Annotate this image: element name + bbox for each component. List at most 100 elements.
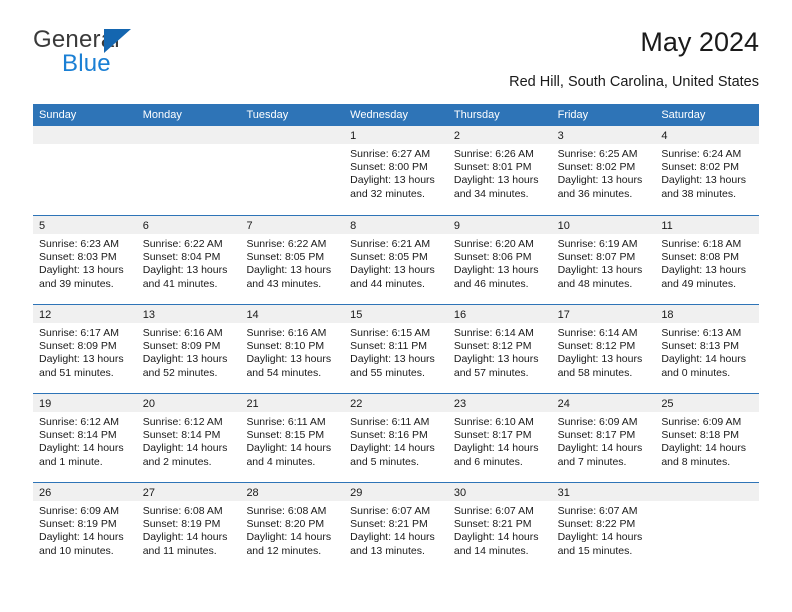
daylight-text-line1: Daylight: 13 hours <box>557 264 643 277</box>
calendar-day-cell[interactable]: 20 Sunrise: 6:12 AM Sunset: 8:14 PM Dayligh… <box>136 394 241 482</box>
sunrise-text: Sunrise: 6:23 AM <box>39 238 119 250</box>
day-details: Sunrise: 6:11 AM Sunset: 8:15 PM Daylight:… <box>240 412 344 469</box>
calendar-day-cell[interactable]: 19 Sunrise: 6:12 AM Sunset: 8:14 PM Dayligh… <box>33 394 137 482</box>
day-details: Sunrise: 6:26 AM Sunset: 8:01 PM Daylight:… <box>448 144 552 201</box>
sunrise-text: Sunrise: 6:17 AM <box>39 327 119 339</box>
calendar-day-cell[interactable]: 22 Sunrise: 6:11 AM Sunset: 8:16 PM Dayligh… <box>344 394 448 482</box>
sunrise-text: Sunrise: 6:25 AM <box>557 148 638 160</box>
sunset-text: Sunset: 8:12 PM <box>557 340 636 353</box>
sunset-text: Sunset: 8:12 PM <box>453 340 532 353</box>
calendar-day-cell[interactable]: 11 Sunrise: 6:18 AM Sunset: 8:08 PM Dayligh… <box>655 216 760 304</box>
day-details: Sunrise: 6:08 AM Sunset: 8:20 PM Daylight:… <box>240 501 344 558</box>
weekday-header-wednesday: Wednesday <box>350 109 409 121</box>
daylight-text-line1: Daylight: 13 hours <box>557 353 643 366</box>
calendar-day-cell[interactable]: 2 Sunrise: 6:26 AM Sunset: 8:01 PM Daylight… <box>447 126 552 215</box>
day-number: 30 <box>453 487 467 499</box>
calendar-day-cell[interactable]: 28 Sunrise: 6:08 AM Sunset: 8:20 PM Dayligh… <box>240 483 345 571</box>
day-number: 28 <box>246 487 259 499</box>
sunrise-text: Sunrise: 6:07 AM <box>557 505 638 517</box>
daylight-text-line1: Daylight: 14 hours <box>661 442 746 455</box>
sunset-text: Sunset: 8:13 PM <box>661 340 739 353</box>
daylight-text-line1: Daylight: 14 hours <box>246 531 332 544</box>
day-details: Sunrise: 6:22 AM Sunset: 8:05 PM Daylight:… <box>240 234 344 291</box>
calendar-day-cell[interactable]: 31 Sunrise: 6:07 AM Sunset: 8:22 PM Dayligh… <box>551 483 656 571</box>
sunrise-text: Sunrise: 6:16 AM <box>246 327 327 339</box>
daylight-text-line2: and 1 minute. <box>39 455 103 468</box>
day-number-band: 14 <box>240 305 345 323</box>
sunset-text: Sunset: 8:01 PM <box>453 161 532 174</box>
calendar-day-cell[interactable]: 30 Sunrise: 6:07 AM Sunset: 8:21 PM Dayligh… <box>447 483 552 571</box>
sunrise-text: Sunrise: 6:13 AM <box>661 327 742 339</box>
calendar-day-cell[interactable]: 21 Sunrise: 6:11 AM Sunset: 8:15 PM Dayligh… <box>240 394 345 482</box>
daylight-text-line2: and 46 minutes. <box>453 277 529 290</box>
weekday-header-sunday: Sunday <box>39 109 77 121</box>
day-details: Sunrise: 6:15 AM Sunset: 8:11 PM Daylight:… <box>344 323 448 380</box>
calendar-day-cell[interactable]: 10 Sunrise: 6:19 AM Sunset: 8:07 PM Dayligh… <box>551 216 656 304</box>
calendar-day-cell[interactable]: 15 Sunrise: 6:15 AM Sunset: 8:11 PM Dayligh… <box>344 305 448 393</box>
sunset-text: Sunset: 8:22 PM <box>557 518 636 531</box>
daylight-text-line1: Daylight: 13 hours <box>142 264 228 277</box>
daylight-text-line1: Daylight: 13 hours <box>142 353 228 366</box>
calendar-day-cell-empty <box>136 126 241 215</box>
calendar-day-cell[interactable]: 6 Sunrise: 6:22 AM Sunset: 8:04 PM Daylight… <box>136 216 241 304</box>
calendar-day-cell[interactable]: 5 Sunrise: 6:23 AM Sunset: 8:03 PM Daylight… <box>33 216 137 304</box>
day-number: 31 <box>557 487 570 499</box>
calendar-day-cell[interactable]: 13 Sunrise: 6:16 AM Sunset: 8:09 PM Dayligh… <box>136 305 241 393</box>
day-number: 20 <box>142 398 155 410</box>
day-number-band: 24 <box>551 394 656 412</box>
calendar-day-cell[interactable]: 12 Sunrise: 6:17 AM Sunset: 8:09 PM Dayligh… <box>33 305 137 393</box>
sunrise-text: Sunrise: 6:16 AM <box>142 327 223 339</box>
calendar-day-cell[interactable]: 4 Sunrise: 6:24 AM Sunset: 8:02 PM Daylight… <box>655 126 760 215</box>
sunset-text: Sunset: 8:06 PM <box>453 251 532 264</box>
day-details: Sunrise: 6:09 AM Sunset: 8:18 PM Daylight:… <box>655 412 759 469</box>
sunset-text: Sunset: 8:16 PM <box>350 429 428 442</box>
calendar-day-cell[interactable]: 3 Sunrise: 6:25 AM Sunset: 8:02 PM Daylight… <box>551 126 656 215</box>
weekday-header-tuesday: Tuesday <box>246 109 289 121</box>
weekday-header-thursday: Thursday <box>453 109 500 121</box>
calendar-day-cell[interactable]: 17 Sunrise: 6:14 AM Sunset: 8:12 PM Dayligh… <box>551 305 656 393</box>
calendar-day-cell[interactable]: 9 Sunrise: 6:20 AM Sunset: 8:06 PM Daylight… <box>447 216 552 304</box>
sunset-text: Sunset: 8:19 PM <box>142 518 221 531</box>
day-number-band: 11 <box>655 216 760 234</box>
day-details: Sunrise: 6:07 AM Sunset: 8:21 PM Daylight:… <box>344 501 448 558</box>
sunrise-text: Sunrise: 6:24 AM <box>661 148 742 160</box>
calendar-week-row: 12 Sunrise: 6:17 AM Sunset: 8:09 PM Dayligh… <box>33 304 760 393</box>
day-number-band <box>33 126 137 144</box>
day-number-band: 3 <box>551 126 656 144</box>
day-details: Sunrise: 6:08 AM Sunset: 8:19 PM Daylight:… <box>137 501 241 558</box>
calendar-day-cell[interactable]: 7 Sunrise: 6:22 AM Sunset: 8:05 PM Daylight… <box>240 216 345 304</box>
day-number-band: 10 <box>551 216 656 234</box>
daylight-text-line2: and 7 minutes. <box>557 455 627 468</box>
calendar-day-cell[interactable]: 27 Sunrise: 6:08 AM Sunset: 8:19 PM Dayligh… <box>136 483 241 571</box>
daylight-text-line2: and 51 minutes. <box>39 366 114 379</box>
daylight-text-line2: and 6 minutes. <box>453 455 523 468</box>
calendar-day-cell[interactable]: 24 Sunrise: 6:09 AM Sunset: 8:17 PM Dayligh… <box>551 394 656 482</box>
calendar-day-cell[interactable]: 26 Sunrise: 6:09 AM Sunset: 8:19 PM Dayligh… <box>33 483 137 571</box>
calendar-day-cell[interactable]: 14 Sunrise: 6:16 AM Sunset: 8:10 PM Dayligh… <box>240 305 345 393</box>
calendar-day-cell[interactable]: 18 Sunrise: 6:13 AM Sunset: 8:13 PM Dayligh… <box>655 305 760 393</box>
daylight-text-line2: and 36 minutes. <box>557 187 633 200</box>
calendar-day-cell[interactable]: 8 Sunrise: 6:21 AM Sunset: 8:05 PM Daylight… <box>344 216 448 304</box>
daylight-text-line1: Daylight: 14 hours <box>453 531 539 544</box>
calendar-day-cell[interactable]: 23 Sunrise: 6:10 AM Sunset: 8:17 PM Dayligh… <box>447 394 552 482</box>
sunrise-text: Sunrise: 6:12 AM <box>142 416 223 428</box>
sunset-text: Sunset: 8:14 PM <box>39 429 117 442</box>
daylight-text-line2: and 55 minutes. <box>350 366 425 379</box>
day-details: Sunrise: 6:21 AM Sunset: 8:05 PM Daylight:… <box>344 234 448 291</box>
calendar-day-cell[interactable]: 16 Sunrise: 6:14 AM Sunset: 8:12 PM Dayligh… <box>447 305 552 393</box>
day-number-band: 16 <box>447 305 552 323</box>
calendar-day-cell[interactable]: 29 Sunrise: 6:07 AM Sunset: 8:21 PM Dayligh… <box>344 483 448 571</box>
day-details: Sunrise: 6:12 AM Sunset: 8:14 PM Daylight:… <box>137 412 241 469</box>
page-subtitle-location: Red Hill, South Carolina, United States <box>509 74 759 90</box>
day-number: 26 <box>39 487 52 499</box>
daylight-text-line2: and 49 minutes. <box>661 277 737 290</box>
general-blue-logo[interactable]: General Blue <box>33 26 233 86</box>
calendar-day-cell[interactable]: 1 Sunrise: 6:27 AM Sunset: 8:00 PM Daylight… <box>344 126 448 215</box>
sunset-text: Sunset: 8:18 PM <box>661 429 739 442</box>
calendar-day-cell[interactable]: 25 Sunrise: 6:09 AM Sunset: 8:18 PM Dayligh… <box>655 394 760 482</box>
day-number-band <box>655 483 760 501</box>
calendar-weeks: 1 Sunrise: 6:27 AM Sunset: 8:00 PM Daylight… <box>33 126 760 571</box>
day-number: 3 <box>557 130 564 142</box>
sunset-text: Sunset: 8:21 PM <box>350 518 428 531</box>
sunrise-text: Sunrise: 6:11 AM <box>350 416 430 428</box>
